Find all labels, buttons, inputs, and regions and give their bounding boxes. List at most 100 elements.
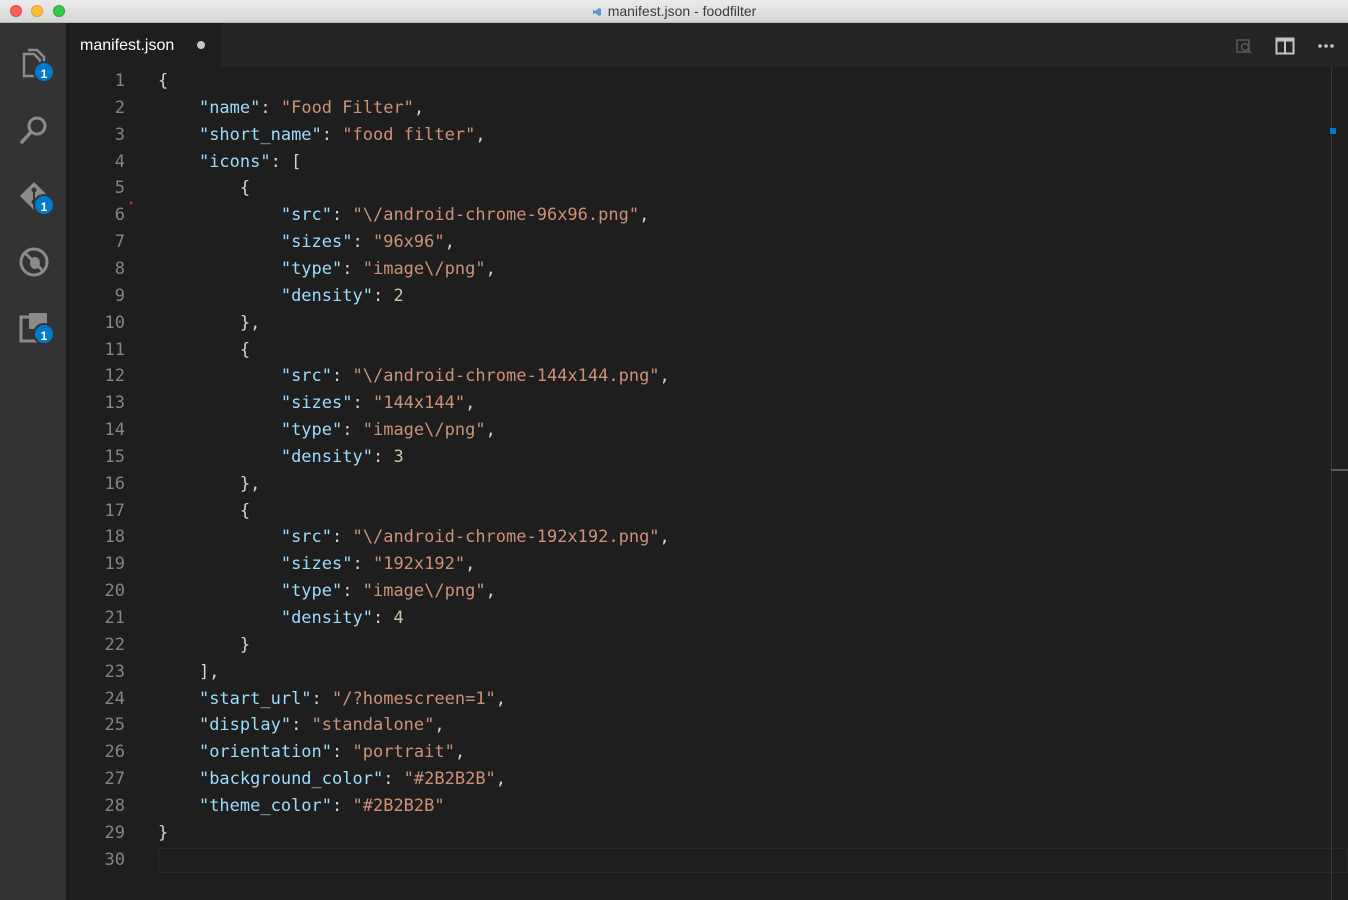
json-key: "sizes": [280, 393, 353, 414]
code-line[interactable]: "sizes": "192x192",: [158, 551, 476, 578]
json-key: "density": [280, 446, 373, 467]
code-line[interactable]: },: [158, 471, 260, 498]
code-line[interactable]: "short_name": "food filter",: [158, 122, 486, 149]
code-line[interactable]: "src": "\/android-chrome-96x96.png",: [158, 202, 650, 229]
punctuation: ],: [158, 661, 220, 682]
explorer-badge: 1: [33, 61, 55, 83]
code-line[interactable]: "density": 3: [158, 444, 404, 471]
code-line[interactable]: },: [158, 310, 260, 337]
activity-explorer[interactable]: 1: [0, 35, 66, 91]
activity-debug[interactable]: [0, 233, 66, 289]
line-number: 30: [104, 849, 125, 870]
activity-bar: 1 1 1: [0, 23, 66, 900]
code-line[interactable]: "type": "image\/png",: [158, 417, 496, 444]
line-number: 22: [104, 634, 125, 655]
code-line[interactable]: "src": "\/android-chrome-192x192.png",: [158, 524, 670, 551]
code-line[interactable]: "src": "\/android-chrome-144x144.png",: [158, 363, 670, 390]
line-number: 23: [104, 661, 125, 682]
json-string: "portrait": [352, 742, 455, 763]
line-number: 5: [114, 178, 125, 199]
line-number: 28: [104, 795, 125, 816]
punctuation: [158, 581, 281, 601]
code-line[interactable]: "orientation": "portrait",: [158, 739, 465, 766]
punctuation: {: [158, 178, 251, 199]
code-line[interactable]: "density": 4: [158, 605, 404, 632]
overview-ruler: [1331, 67, 1332, 900]
punctuation: [158, 715, 199, 735]
line-number: 3: [114, 124, 125, 145]
punctuation: [158, 527, 281, 547]
line-number: 1: [114, 71, 125, 91]
punctuation: },: [158, 312, 261, 333]
json-string: "96x96": [372, 232, 445, 253]
punctuation: [158, 205, 281, 225]
punctuation: :: [332, 795, 353, 816]
line-number: 16: [104, 473, 125, 494]
tab-bar: manifest.json: [66, 23, 1348, 67]
json-key: "type": [280, 581, 343, 602]
code-line[interactable]: }: [158, 820, 168, 847]
punctuation: :: [372, 608, 394, 628]
code-line[interactable]: "icons": [: [158, 149, 301, 176]
code-line[interactable]: "sizes": "144x144",: [158, 390, 476, 417]
code-line[interactable]: "type": "image\/png",: [158, 256, 496, 283]
code-line[interactable]: {: [158, 175, 250, 202]
json-string: "\/android-chrome-96x96.png": [352, 205, 640, 226]
punctuation: [158, 769, 199, 789]
json-key: "src": [280, 527, 333, 548]
line-number: 18: [104, 527, 125, 548]
json-string: "Food Filter": [280, 97, 414, 118]
code-line[interactable]: "background_color": "#2B2B2B",: [158, 766, 506, 793]
code-line[interactable]: ],: [158, 659, 219, 686]
tab-manifest-json[interactable]: manifest.json: [66, 23, 222, 67]
window-title-container: manifest.json - foodfilter: [0, 3, 1348, 19]
json-key: "start_url": [198, 688, 312, 709]
code-line[interactable]: {: [158, 68, 168, 95]
code-line[interactable]: "name": "Food Filter",: [158, 95, 424, 122]
punctuation: [158, 393, 281, 413]
activity-source-control[interactable]: 1: [0, 167, 66, 223]
code-line[interactable]: "type": "image\/png",: [158, 578, 496, 605]
code-line[interactable]: {: [158, 337, 250, 364]
line-number: 12: [104, 366, 125, 387]
code-line[interactable]: "sizes": "96x96",: [158, 229, 455, 256]
activity-extensions[interactable]: 1: [0, 299, 66, 355]
json-key: "theme_color": [198, 795, 333, 816]
json-key: "short_name": [198, 124, 322, 145]
line-number: 9: [114, 285, 125, 306]
error-marker-icon: [130, 201, 133, 205]
json-key: "density": [280, 608, 373, 628]
punctuation: [158, 420, 281, 440]
code-line[interactable]: "theme_color": "#2B2B2B": [158, 793, 445, 820]
activity-search[interactable]: [0, 101, 66, 157]
open-preview-icon[interactable]: [1234, 36, 1254, 56]
punctuation: :: [342, 420, 363, 441]
split-editor-icon[interactable]: [1275, 36, 1295, 56]
json-key: "type": [280, 420, 343, 441]
more-actions-icon[interactable]: [1316, 36, 1336, 56]
punctuation: [158, 98, 199, 118]
json-string: "144x144": [372, 393, 466, 414]
punctuation: ,: [659, 366, 670, 387]
json-string: "\/android-chrome-144x144.png": [352, 366, 660, 387]
line-number: 6: [114, 205, 125, 226]
code-editor[interactable]: 1 2 3 4 5 6 7 8 9 10 11 12 13 14 15 16 17 18 19 20 21 22 23 24 2…: [66, 67, 1348, 900]
json-key: "type": [280, 258, 343, 279]
json-string: "#2B2B2B": [352, 795, 445, 816]
json-string: "image\/png": [362, 258, 486, 279]
current-line-highlight: [158, 847, 1348, 873]
code-line[interactable]: }: [158, 632, 250, 659]
json-key: "orientation": [198, 742, 333, 763]
code-line[interactable]: "display": "standalone",: [158, 712, 445, 739]
unsaved-dot-icon[interactable]: [197, 41, 205, 49]
code-line[interactable]: "start_url": "/?homescreen=1",: [158, 686, 506, 713]
punctuation: [158, 608, 281, 628]
scrollbar-thumb[interactable]: [1331, 469, 1348, 471]
code-line[interactable]: "density": 2: [158, 283, 404, 310]
punctuation: {: [158, 71, 169, 91]
code-line[interactable]: {: [158, 498, 250, 525]
debug-icon: [19, 247, 49, 277]
extensions-badge: 1: [33, 323, 55, 345]
line-number: 25: [104, 715, 125, 736]
punctuation: :: [332, 366, 353, 387]
